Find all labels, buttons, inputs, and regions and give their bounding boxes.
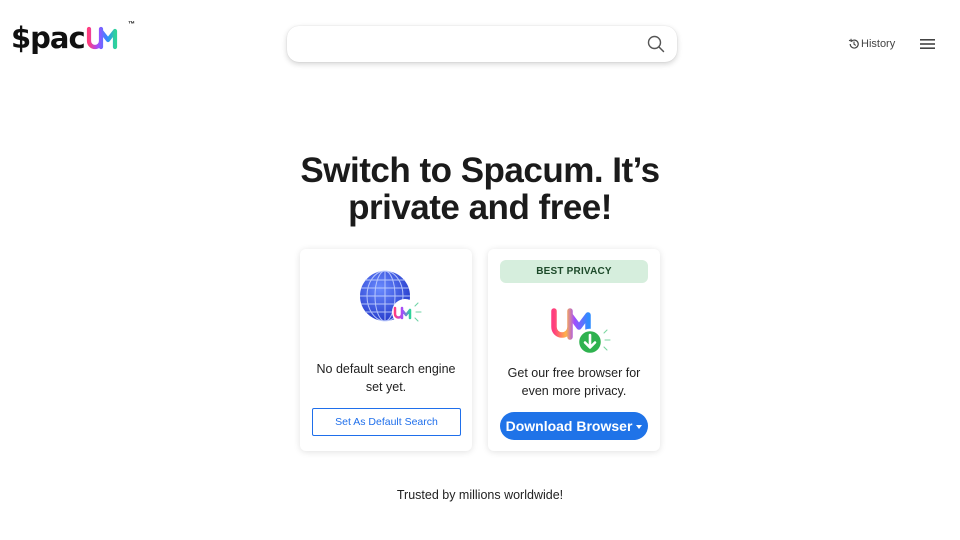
spacum-logo[interactable]: $pac ™ — [11, 20, 135, 55]
trademark-symbol: ™ — [128, 21, 135, 28]
logo-text: $pac — [11, 20, 86, 55]
globe-icon — [360, 270, 422, 325]
page-headline: Switch to Spacum. It’s private and free! — [240, 152, 720, 226]
history-label: History — [861, 38, 896, 50]
card-text-line: even more privacy. — [521, 384, 627, 398]
download-browser-card: BEST PRIVACY Get our free browser for ev… — [488, 249, 660, 451]
browser-promo-text: Get our free browser for even more priva… — [488, 364, 660, 400]
card-text-line: Get our free browser for — [507, 366, 641, 380]
best-privacy-badge: BEST PRIVACY — [500, 260, 648, 283]
search-input[interactable] — [287, 26, 637, 62]
search-icon[interactable] — [647, 35, 665, 53]
search-bar — [287, 26, 677, 62]
hamburger-menu-icon[interactable] — [920, 38, 935, 50]
headline-line-1: Switch to Spacum. It’s — [300, 151, 660, 190]
spacum-browser-download-icon — [551, 308, 611, 356]
set-default-search-button[interactable]: Set As Default Search — [312, 408, 461, 436]
trusted-tagline: Trusted by millions worldwide! — [396, 488, 564, 502]
default-search-card: No default search engine set yet. Set As… — [300, 249, 472, 451]
download-browser-button[interactable]: Download Browser — [500, 412, 648, 440]
caret-down-icon — [636, 424, 643, 429]
history-link[interactable]: History — [848, 36, 895, 52]
headline-line-2: private and free! — [348, 188, 612, 227]
logo-um-mark-icon — [86, 26, 117, 50]
download-browser-label: Download Browser — [505, 418, 633, 434]
history-icon — [848, 38, 859, 49]
card-text-line: set yet. — [365, 380, 407, 394]
card-text-line: No default search engine — [316, 362, 456, 376]
no-default-search-text: No default search engine set yet. — [300, 360, 472, 396]
